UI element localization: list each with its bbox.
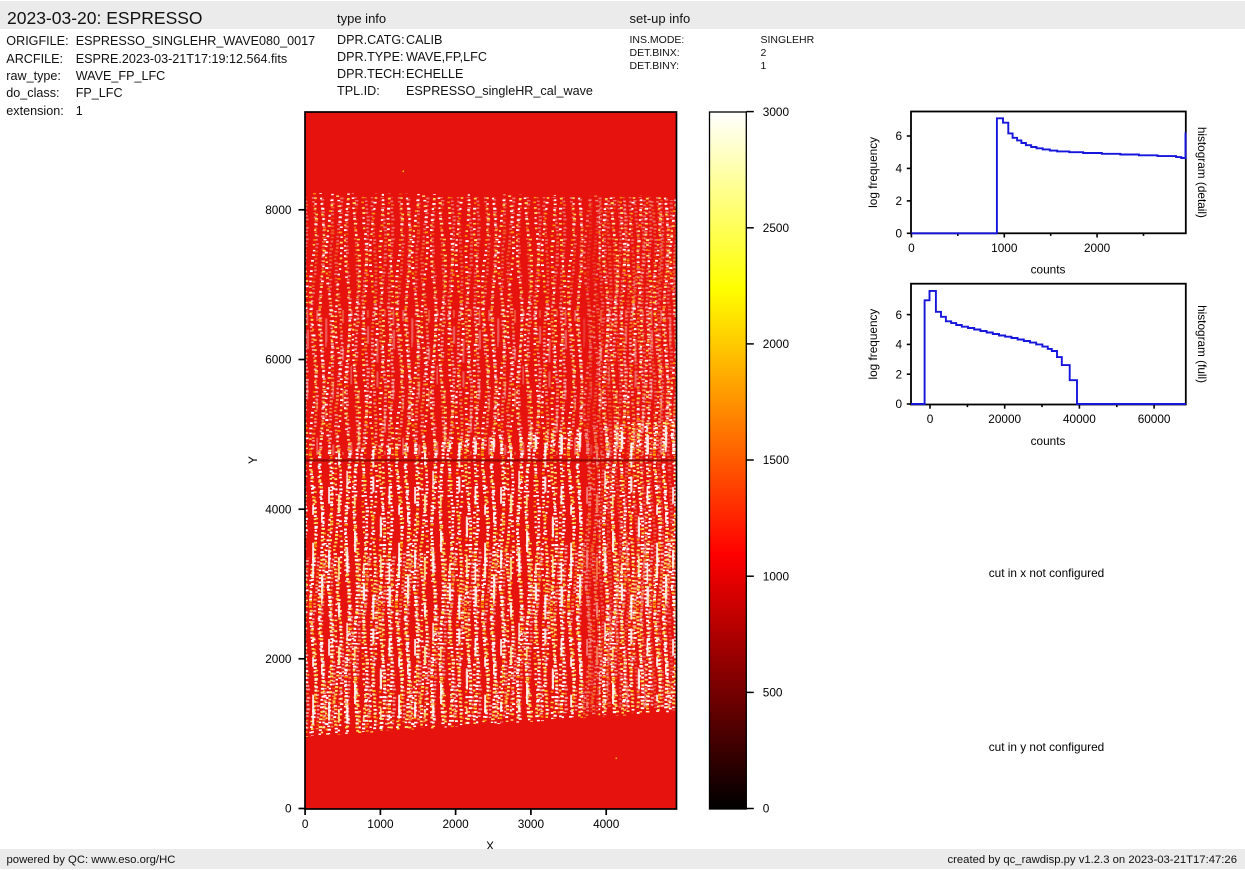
svg-text:histogram (detail): histogram (detail) bbox=[1195, 127, 1209, 218]
svg-text:1000: 1000 bbox=[367, 817, 394, 831]
svg-text:1500: 1500 bbox=[763, 453, 790, 467]
svg-text:60000: 60000 bbox=[1138, 412, 1171, 426]
svg-text:0: 0 bbox=[895, 227, 902, 241]
svg-text:3000: 3000 bbox=[518, 817, 545, 831]
svg-text:log frequency: log frequency bbox=[866, 137, 880, 208]
svg-text:3000: 3000 bbox=[763, 105, 790, 119]
svg-text:4: 4 bbox=[895, 162, 902, 176]
svg-text:1000: 1000 bbox=[763, 569, 790, 583]
svg-text:2000: 2000 bbox=[1084, 241, 1111, 255]
svg-text:8000: 8000 bbox=[265, 203, 292, 217]
svg-text:4000: 4000 bbox=[593, 817, 620, 831]
svg-text:0: 0 bbox=[927, 412, 934, 426]
svg-text:cut in x not configured: cut in x not configured bbox=[989, 566, 1104, 580]
svg-text:counts: counts bbox=[1031, 434, 1066, 448]
svg-text:2000: 2000 bbox=[265, 652, 292, 666]
svg-text:4000: 4000 bbox=[265, 502, 292, 516]
svg-text:0: 0 bbox=[302, 817, 309, 831]
svg-text:2: 2 bbox=[895, 194, 902, 208]
svg-text:log frequency: log frequency bbox=[866, 309, 880, 380]
svg-text:6: 6 bbox=[895, 308, 902, 322]
svg-text:Y: Y bbox=[246, 456, 260, 464]
svg-text:counts: counts bbox=[1031, 263, 1066, 277]
svg-text:500: 500 bbox=[763, 686, 783, 700]
svg-text:0: 0 bbox=[895, 397, 902, 411]
svg-text:0: 0 bbox=[908, 241, 915, 255]
svg-text:histogram (full): histogram (full) bbox=[1195, 305, 1209, 383]
svg-text:0: 0 bbox=[763, 802, 770, 816]
svg-text:20000: 20000 bbox=[988, 412, 1021, 426]
svg-text:6000: 6000 bbox=[265, 353, 292, 367]
svg-text:4: 4 bbox=[895, 338, 902, 352]
svg-text:2: 2 bbox=[895, 367, 902, 381]
svg-text:2000: 2000 bbox=[763, 337, 790, 351]
svg-text:2000: 2000 bbox=[442, 817, 469, 831]
svg-text:0: 0 bbox=[285, 802, 292, 816]
svg-text:2500: 2500 bbox=[763, 221, 790, 235]
svg-text:6: 6 bbox=[895, 129, 902, 143]
svg-text:40000: 40000 bbox=[1063, 412, 1096, 426]
svg-text:cut in y not configured: cut in y not configured bbox=[989, 740, 1104, 754]
svg-text:1000: 1000 bbox=[991, 241, 1018, 255]
